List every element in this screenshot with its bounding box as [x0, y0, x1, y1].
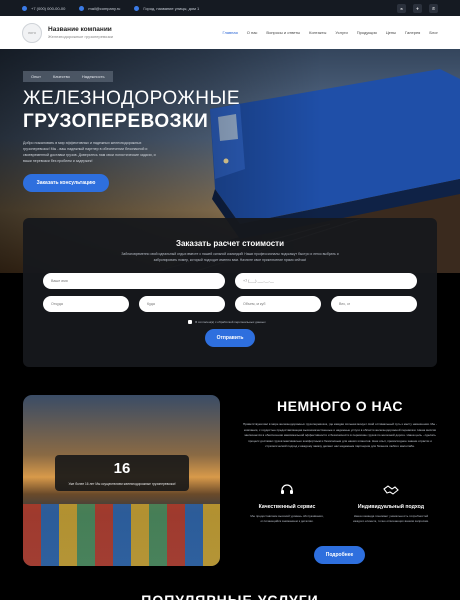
tag-quality: Качество [52, 74, 70, 79]
containers-graphic [23, 504, 220, 566]
consent-checkbox[interactable]: Я согласен(а) с обработкой персональных … [188, 320, 266, 324]
handshake-icon [382, 480, 400, 498]
brand: Название компании Железнодорожные грузоп… [48, 26, 113, 39]
telegram-icon[interactable]: ✈ [413, 3, 422, 13]
vk-icon[interactable]: в [397, 3, 406, 13]
about-text: Приветствуем вас в мире железнодорожных … [242, 422, 438, 449]
hero-description: Добро пожаловать в мир эффективных и над… [23, 141, 156, 163]
logo[interactable]: ЛОГО [22, 22, 42, 43]
feature-service: Качественный сервис Мы предоставляем выс… [246, 480, 328, 524]
more-button[interactable]: Подробнее [314, 546, 365, 564]
to-input[interactable]: Куда [139, 296, 225, 312]
social-links: в ✈ ✆ [397, 3, 438, 13]
nav-item-contacts[interactable]: Контакты [309, 30, 326, 35]
quote-form: Заказать расчет стоимости Заблаговременн… [23, 218, 437, 367]
tag-reliability: Надежность [81, 74, 105, 79]
nav-item-services[interactable]: Услуги [335, 30, 347, 35]
form-title: Заказать расчет стоимости [175, 239, 285, 248]
experience-badge: 16 Уже более 16 лет Мы осуществляем желе… [55, 455, 189, 491]
phone-icon [22, 5, 27, 11]
phone-input[interactable]: +7 (___) ___-__-__ [235, 273, 417, 289]
nav-item-products[interactable]: Продукция [357, 30, 377, 35]
top-bar: +7 (000) 000-00-00 mail@company.ru Город… [0, 0, 460, 16]
company-subtitle: Железнодорожные грузоперевозки [48, 34, 114, 39]
nav-item-about[interactable]: О нас [247, 30, 258, 35]
address-text: Город, название улицы, дом 1 [134, 5, 199, 11]
main-nav: Главная О нас Вопросы и ответы Контакты … [223, 30, 438, 35]
hero-title: ЖЕЛЕЗНОДОРОЖНЫЕ ГРУЗОПЕРЕВОЗКИ [23, 88, 241, 132]
phone-link[interactable]: +7 (000) 000-00-00 [22, 5, 65, 11]
tag-experience: Опыт [31, 74, 41, 79]
name-input[interactable]: Ваше имя [43, 273, 225, 289]
nav-item-home[interactable]: Главная [223, 30, 238, 35]
volume-input[interactable]: Объем, м куб [235, 296, 321, 312]
consult-button[interactable]: Заказать консультацию [23, 174, 109, 192]
popular-services-title: ПОПУЛЯРНЫЕ УСЛУГИ [141, 592, 319, 600]
headset-icon [278, 480, 296, 498]
submit-button[interactable]: Отправить [205, 329, 255, 347]
site-header: ЛОГО Название компании Железнодорожные г… [0, 16, 460, 49]
whatsapp-icon[interactable]: ✆ [429, 3, 438, 13]
about-image: 16 Уже более 16 лет Мы осуществляем желе… [23, 395, 220, 566]
feature-approach: Индивидуальный подход Наша команда поним… [350, 480, 432, 524]
nav-item-gallery[interactable]: Галерея [405, 30, 420, 35]
years-text: Уже более 16 лет Мы осуществляем железно… [68, 482, 176, 486]
nav-item-blog[interactable]: Блог [429, 30, 438, 35]
hero-tags: Опыт Качество Надежность [23, 71, 113, 82]
form-description: Заблаговременно свой идеальный отдых вме… [121, 252, 339, 262]
nav-item-prices[interactable]: Цены [386, 30, 396, 35]
years-number: 16 [113, 460, 131, 477]
weight-input[interactable]: Вес, кг [331, 296, 417, 312]
checkbox-box[interactable] [188, 320, 192, 324]
mail-icon [79, 5, 85, 11]
company-name: Название компании [48, 26, 112, 33]
from-input[interactable]: Откуда [43, 296, 129, 312]
location-icon [134, 5, 140, 11]
email-link[interactable]: mail@company.ru [79, 5, 120, 11]
about-title: НЕМНОГО О НАС [277, 398, 403, 414]
nav-item-faq[interactable]: Вопросы и ответы [266, 30, 300, 35]
